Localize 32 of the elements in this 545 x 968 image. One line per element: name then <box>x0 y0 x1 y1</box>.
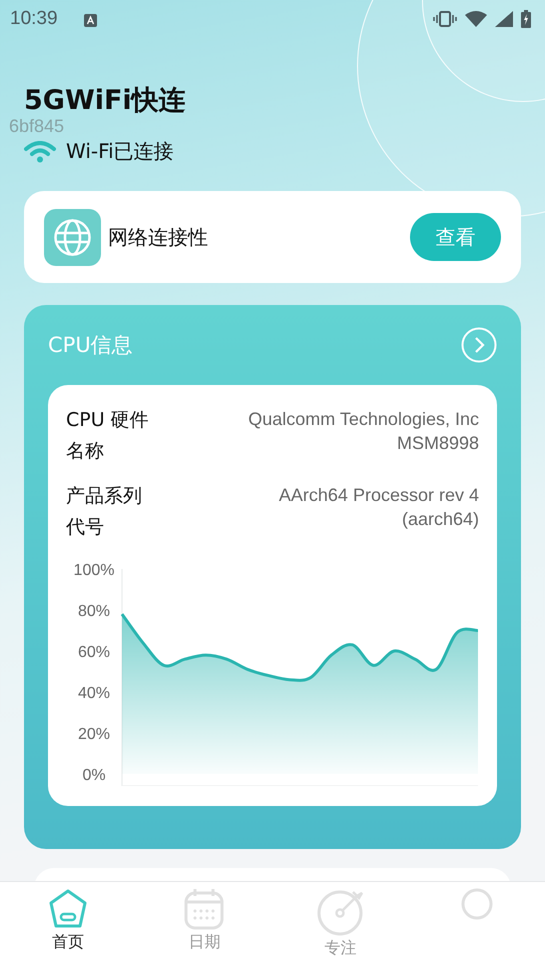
wifi-icon <box>24 140 56 162</box>
axis-tick-label: 0% <box>82 767 106 784</box>
axis-tick-label: 20% <box>78 726 110 743</box>
wifi-status: Wi-Fi已连接 <box>66 138 174 165</box>
view-button[interactable]: 查看 <box>410 213 501 261</box>
dartboard-icon <box>316 888 365 936</box>
vibrate-icon <box>433 11 457 27</box>
axis-tick-label: 80% <box>78 603 110 620</box>
tab[interactable]: 首页 <box>0 882 136 968</box>
tab[interactable]: 专注 <box>272 882 409 968</box>
battery-charging-icon <box>521 10 531 28</box>
cell-signal-icon <box>495 11 513 27</box>
globe-icon <box>44 208 101 266</box>
keyboard-icon <box>84 14 97 26</box>
info-value: Qualcomm Technologies, Inc MSM8998 <box>247 408 479 455</box>
axis-tick-label: 100% <box>74 562 114 579</box>
calendar-icon <box>184 888 224 930</box>
axis-tick-label: 40% <box>78 685 110 702</box>
axis-tick-label: 60% <box>78 644 110 661</box>
app-title: 5GWiFi快连 <box>24 84 186 118</box>
tab[interactable]: 日期 <box>136 882 272 968</box>
info-label: CPU 硬件名称 <box>66 408 150 464</box>
status-time: 10:39 <box>10 8 58 30</box>
chevron-right-icon[interactable] <box>461 327 497 363</box>
wifi-signal-icon <box>465 11 487 27</box>
info-value: AArch64 Processor rev 4 (aarch64) <box>278 484 479 531</box>
info-label: 产品系列代号 <box>66 484 143 540</box>
connectivity-label: 网络连接性 <box>108 224 208 250</box>
profile-icon <box>460 888 493 920</box>
id-text: 6bf845 <box>9 116 64 137</box>
cpu-title: CPU信息 <box>48 332 133 359</box>
home-icon <box>47 888 90 930</box>
